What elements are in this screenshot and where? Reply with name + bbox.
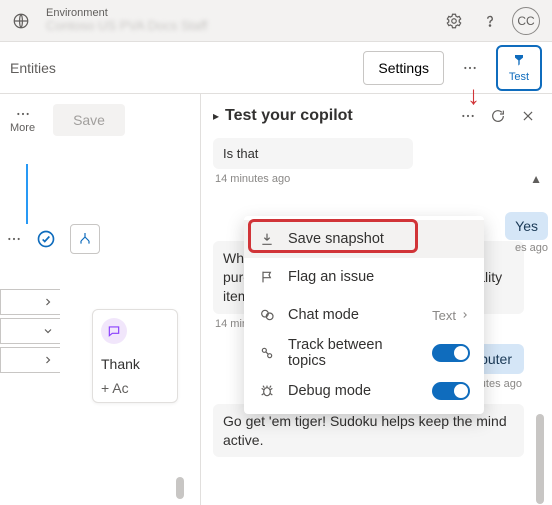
timestamp: es ago [515, 242, 548, 254]
test-panel-menu: Save snapshot Flag an issue Chat mode Te… [244, 216, 484, 414]
test-panel-title: Test your copilot [225, 107, 450, 125]
settings-gear-icon[interactable] [440, 7, 468, 35]
chat-icon [258, 307, 276, 323]
track-topics-toggle[interactable] [432, 344, 470, 362]
slot-item[interactable] [0, 318, 60, 344]
test-button[interactable]: Test [496, 45, 542, 91]
help-icon[interactable] [476, 7, 504, 35]
environment-icon [12, 12, 30, 30]
menu-item-label: Flag an issue [288, 269, 470, 285]
message-card-title: Thank [101, 356, 169, 372]
check-icon [36, 229, 56, 249]
menu-item-label: Save snapshot [288, 231, 470, 247]
branch-icon[interactable] [70, 224, 100, 254]
save-button[interactable]: Save [53, 104, 125, 136]
refresh-icon[interactable] [486, 104, 510, 128]
menu-chat-mode[interactable]: Chat mode Text [244, 296, 484, 334]
environment-block[interactable]: Environment Contoso US PVA Docs Staff [46, 7, 207, 33]
download-icon [258, 231, 276, 247]
bug-icon [258, 383, 276, 399]
node-rail [26, 164, 28, 224]
settings-button[interactable]: Settings [363, 51, 444, 85]
more-label: More [10, 122, 35, 134]
content-area: More Save Thank + Ac [0, 94, 552, 505]
message-icon [101, 318, 127, 344]
collapse-caret-icon[interactable]: ▸ [213, 109, 219, 123]
canvas-scrollbar-thumb[interactable] [176, 477, 184, 499]
message-card-add[interactable]: + Ac [101, 380, 169, 396]
top-bar: Environment Contoso US PVA Docs Staff CC [0, 0, 552, 42]
menu-track-between-topics[interactable]: Track between topics [244, 334, 484, 372]
slot-item[interactable] [0, 347, 60, 373]
node-options-icon[interactable] [6, 231, 22, 247]
debug-mode-toggle[interactable] [432, 382, 470, 400]
timestamp: 14 minutes ago [215, 173, 524, 185]
user-reply-chip: Yes [505, 212, 548, 240]
test-panel-header: ▸ Test your copilot ↓ [201, 94, 552, 134]
bot-message: Is that [213, 138, 413, 169]
user-avatar[interactable]: CC [512, 7, 540, 35]
scroll-up-icon[interactable]: ▲ [530, 172, 542, 186]
menu-save-snapshot[interactable]: Save snapshot [244, 220, 484, 258]
highlight-arrow-icon: ↓ [467, 82, 480, 108]
authoring-canvas: More Save Thank + Ac [0, 94, 200, 505]
command-bar-overflow-button[interactable] [454, 52, 486, 84]
avatar-initials: CC [517, 14, 534, 28]
test-button-label: Test [509, 71, 529, 83]
menu-debug-mode[interactable]: Debug mode [244, 372, 484, 410]
page-title: Entities [10, 60, 56, 76]
menu-item-label: Track between topics [288, 337, 420, 369]
slot-item[interactable] [0, 289, 60, 315]
environment-value: Contoso US PVA Docs Staff [46, 19, 207, 33]
close-icon[interactable] [516, 104, 540, 128]
flag-icon [258, 269, 276, 285]
node-row [6, 224, 100, 254]
slot-column [0, 289, 60, 373]
menu-item-label: Chat mode [288, 307, 420, 323]
track-icon [258, 345, 276, 361]
message-node-card[interactable]: Thank + Ac [92, 309, 178, 403]
menu-flag-issue[interactable]: Flag an issue [244, 258, 484, 296]
menu-item-label: Debug mode [288, 383, 420, 399]
chat-scrollbar-thumb[interactable] [536, 414, 544, 504]
more-button[interactable]: More [10, 106, 35, 134]
menu-item-value: Text [432, 308, 470, 323]
